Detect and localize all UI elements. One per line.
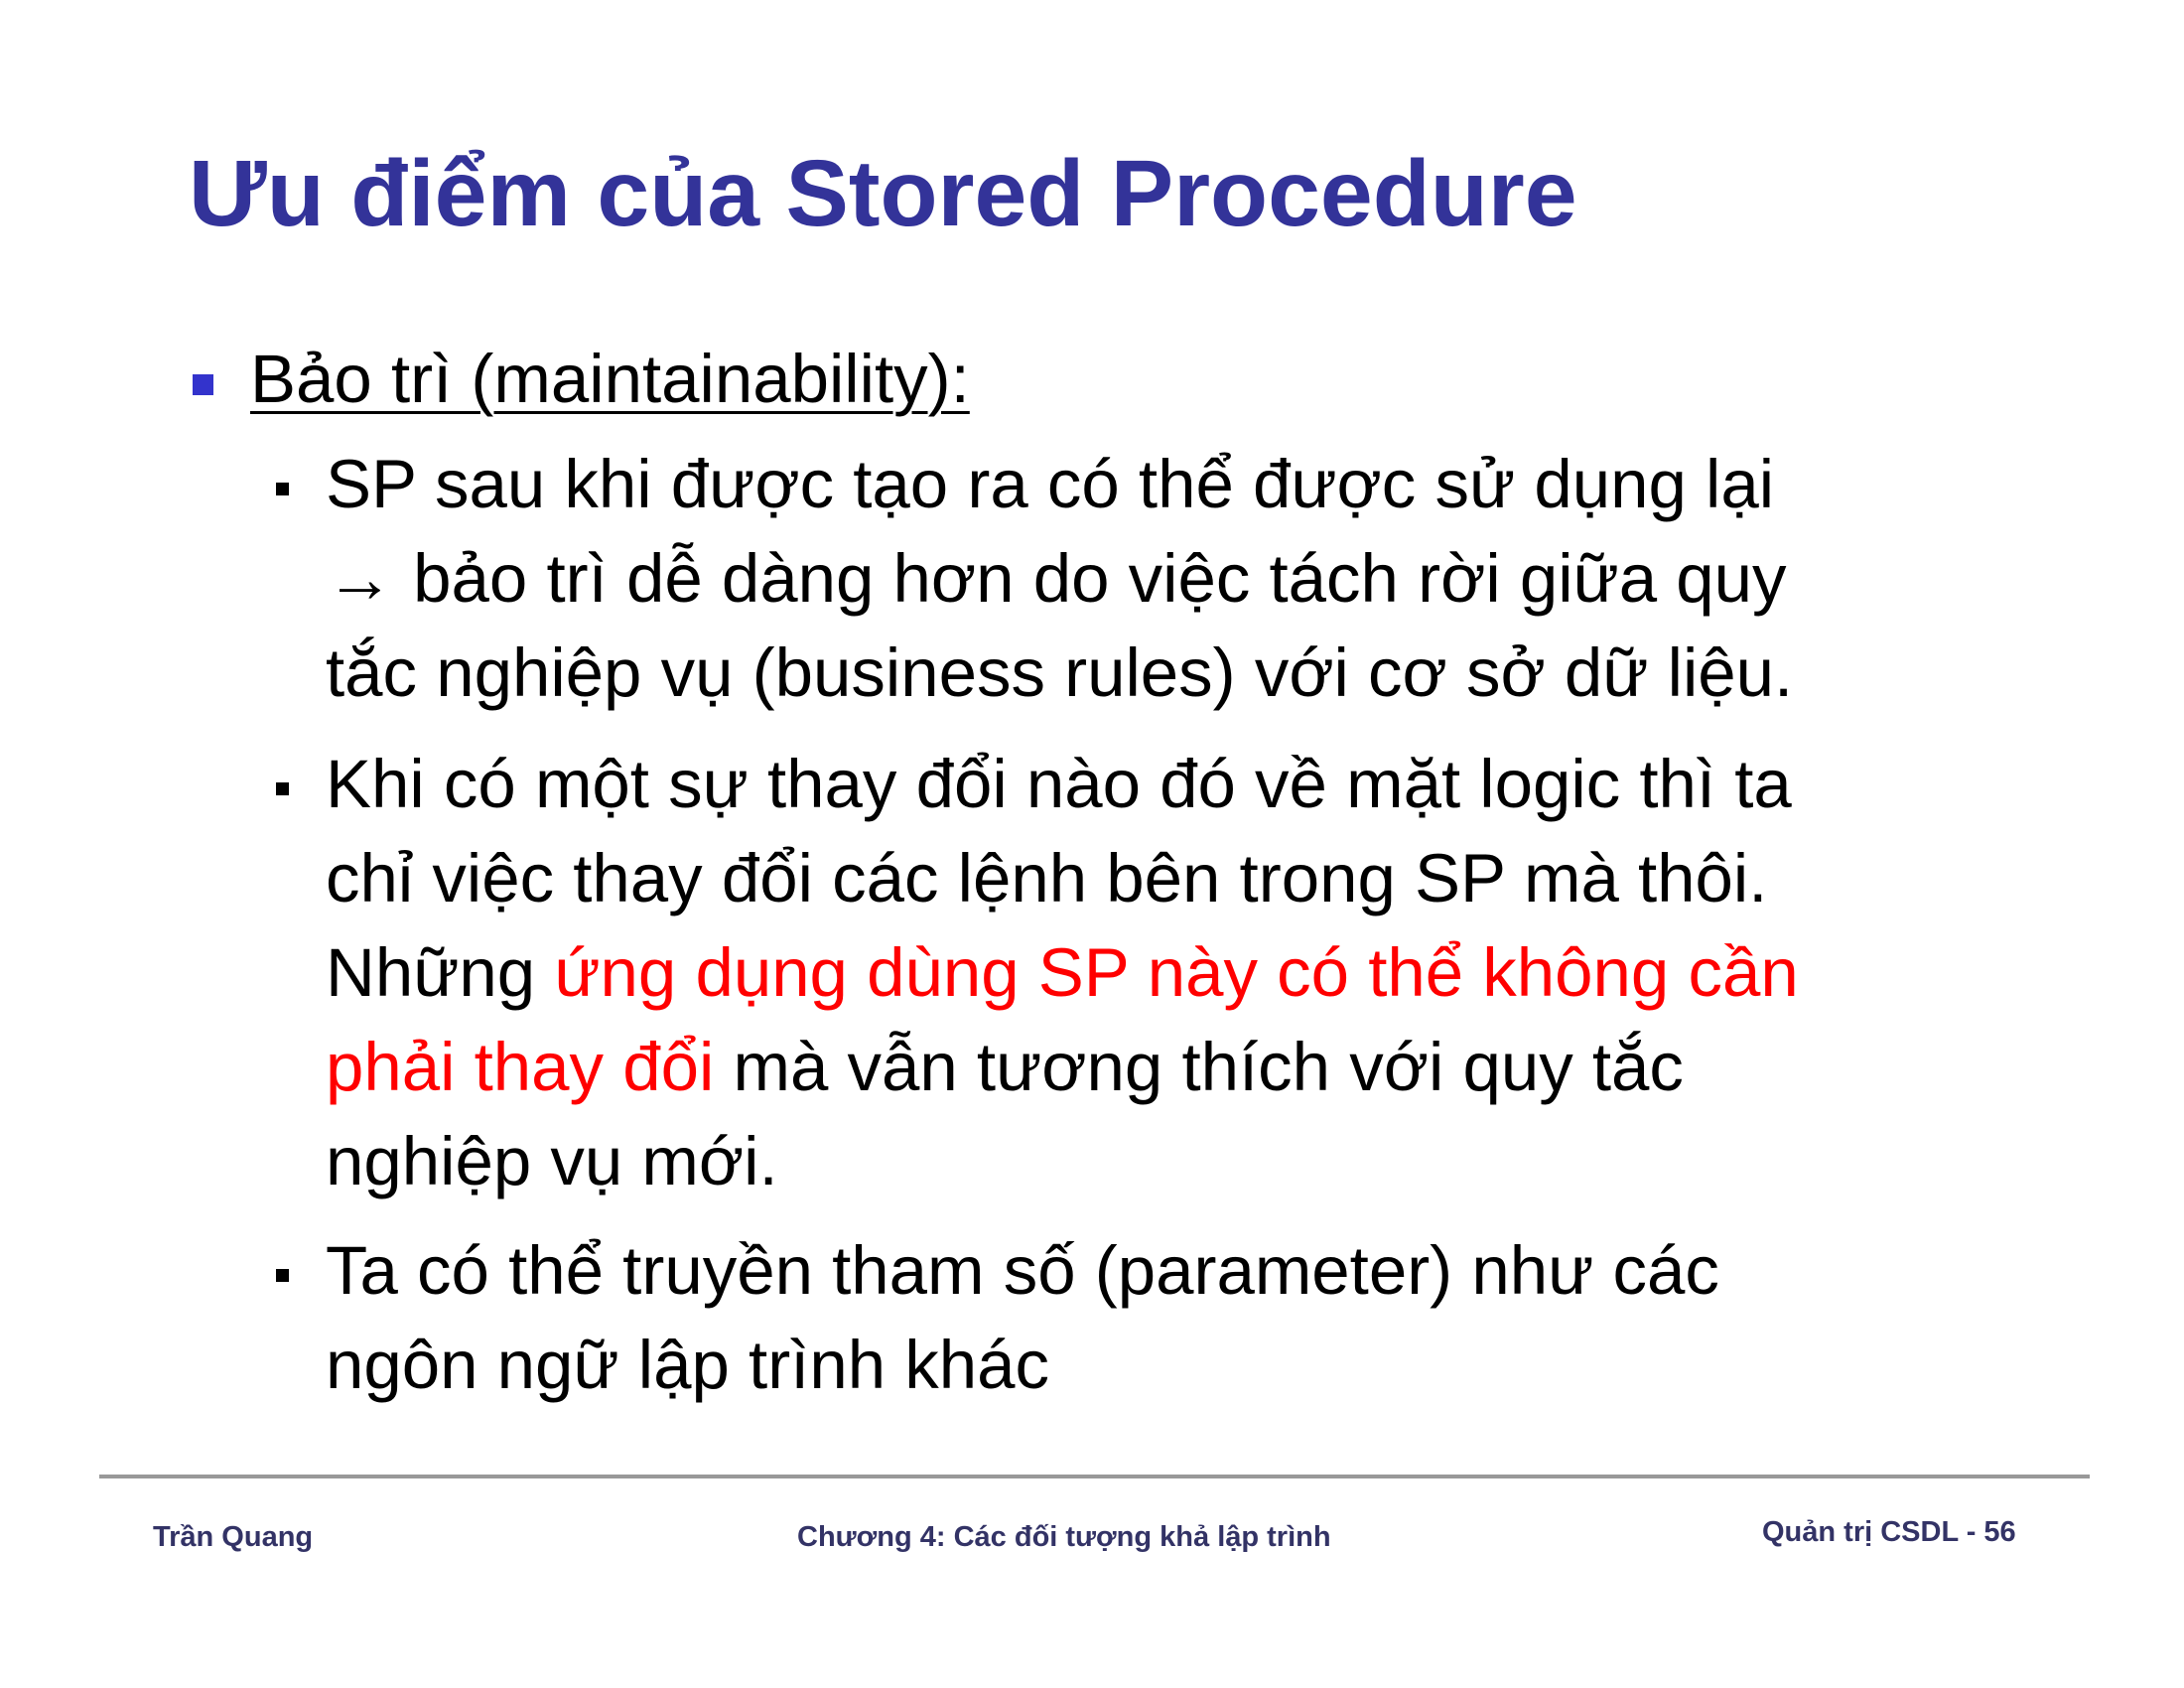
- text-plain: mà vẫn tương thích với quy tắc: [714, 1029, 1684, 1105]
- text-line: chỉ việc thay đổi các lệnh bên trong SP …: [326, 840, 1768, 916]
- text-line: SP sau khi được tạo ra có thể được sử dụ…: [326, 446, 1775, 522]
- text-line: → bảo trì dễ dàng hơn do việc tách rời g…: [326, 540, 1787, 617]
- text-line: phải thay đổi mà vẫn tương thích với quy…: [326, 1020, 2053, 1114]
- square-bullet-icon: [193, 374, 213, 395]
- footer-chapter: Chương 4: Các đối tượng khả lập trình: [797, 1521, 1331, 1553]
- section-label: Bảo trì (maintainability):: [250, 341, 970, 417]
- list-item-text: Ta có thể truyền tham số (parameter) như…: [326, 1223, 2053, 1412]
- footer-divider: [99, 1475, 2090, 1478]
- text-line: Những ứng dụng dùng SP này có thể không …: [326, 925, 2053, 1020]
- slide-title: Ưu điểm của Stored Procedure: [189, 141, 1577, 246]
- text-highlight: ứng dụng dùng SP này có thể không cần: [554, 934, 1799, 1011]
- square-bullet-icon: [276, 1269, 289, 1282]
- text-line: tắc nghiệp vụ (business rules) với cơ sở…: [326, 634, 1794, 711]
- text-line: Khi có một sự thay đổi nào đó về mặt log…: [326, 746, 1792, 822]
- text-line: nghiệp vụ mới.: [326, 1123, 778, 1199]
- square-bullet-icon: [276, 483, 289, 495]
- footer-author: Trần Quang: [153, 1521, 314, 1553]
- text-line: Ta có thể truyền tham số (parameter) như…: [326, 1232, 1719, 1309]
- footer-page-number: Quản trị CSDL - 56: [1762, 1516, 2016, 1548]
- text-line: ngôn ngữ lập trình khác: [326, 1327, 1050, 1403]
- list-item-text: SP sau khi được tạo ra có thể được sử dụ…: [326, 437, 2053, 720]
- square-bullet-icon: [276, 782, 289, 795]
- text-plain: Những: [326, 934, 555, 1011]
- list-item-text: Khi có một sự thay đổi nào đó về mặt log…: [326, 737, 2053, 1208]
- text-highlight: phải thay đổi: [326, 1029, 715, 1105]
